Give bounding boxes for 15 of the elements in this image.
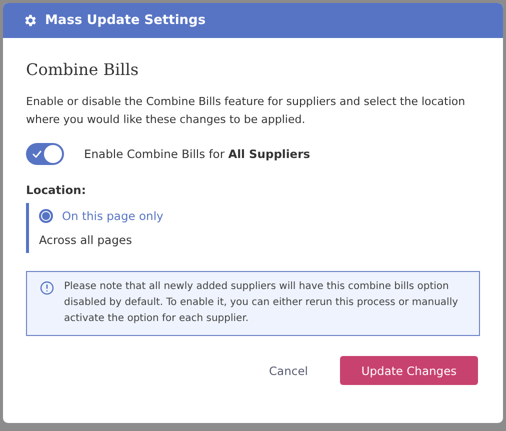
radio-dot-icon	[39, 209, 53, 223]
check-icon	[32, 149, 42, 159]
update-button[interactable]: Update Changes	[340, 356, 478, 385]
notice-text: Please note that all newly added suppliers will have this combine bills option disabled by default. To enable it, you can either rerun this process or manually activate the option for each supplier.	[64, 280, 460, 326]
settings-icon	[23, 13, 38, 28]
toggle-switch[interactable]	[26, 143, 64, 165]
location-label: Location:	[26, 183, 87, 197]
section-heading: Combine Bills	[26, 60, 140, 79]
radio-option[interactable]: On this page only	[39, 209, 480, 223]
cancel-button[interactable]: Cancel	[265, 358, 312, 384]
info-icon	[40, 281, 54, 295]
dialog-title: Mass Update Settings	[45, 13, 206, 28]
description-text: Enable or disable the Combine Bills feature for suppliers and select the location where you would like these changes to be applied.	[26, 94, 466, 128]
radio-option[interactable]: Across all pages	[39, 233, 480, 247]
toggle-label: Enable Combine Bills for All Suppliers	[84, 147, 310, 161]
